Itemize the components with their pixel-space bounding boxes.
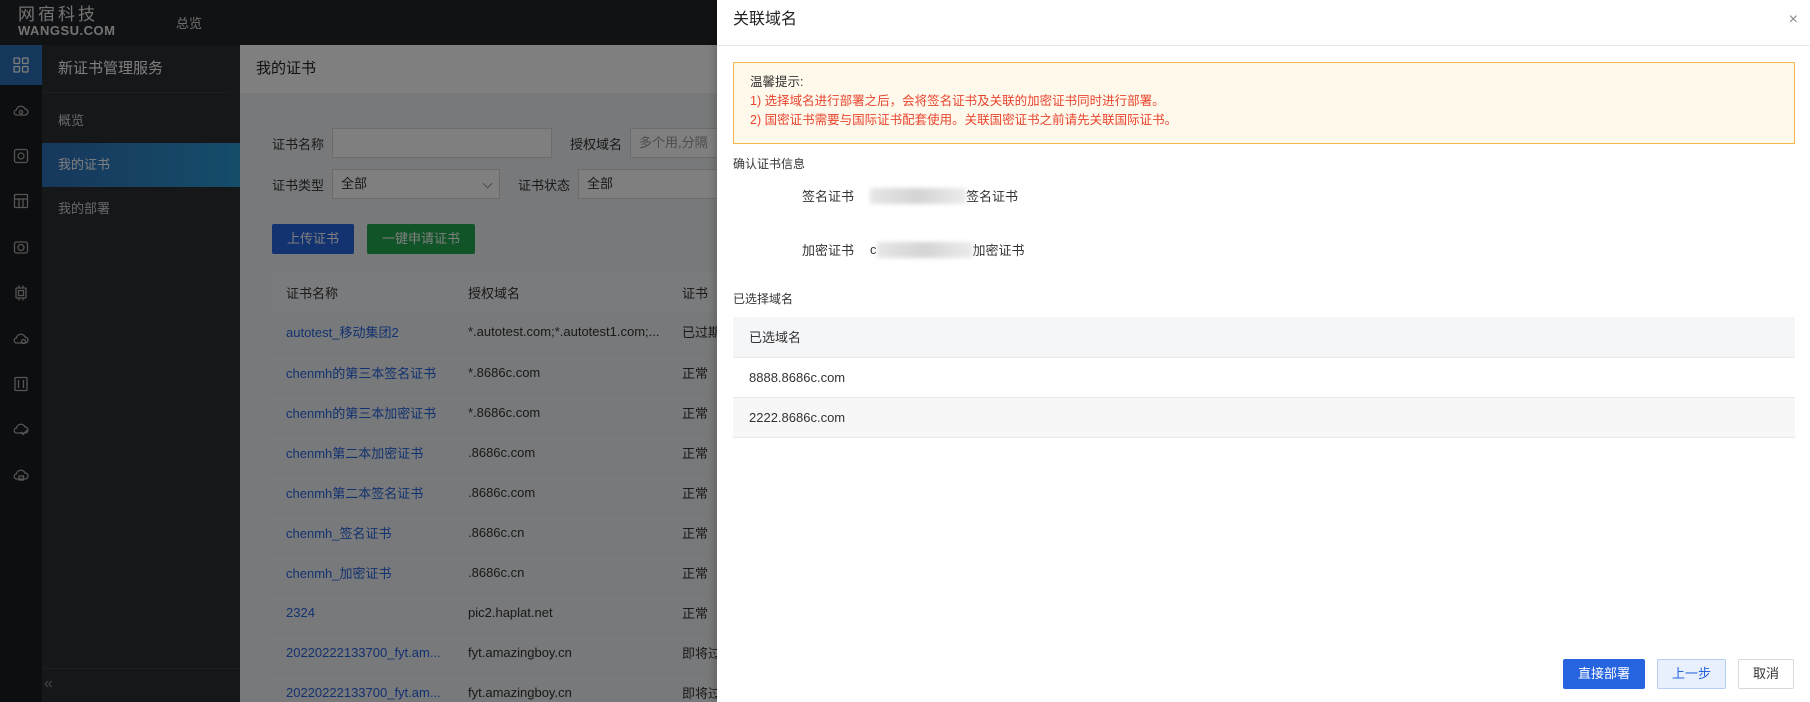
selected-domain-label: 已选择域名 — [733, 292, 794, 306]
sign-cert-label: 签名证书 — [801, 189, 854, 204]
domain-cell: 8888.8686c.com — [733, 357, 1795, 398]
tip-title: 温馨提示: — [750, 75, 804, 89]
table-row: 8888.8686c.com — [733, 357, 1795, 398]
drawer-header: 关联域名 × — [717, 0, 1810, 46]
drawer-title: 关联域名 — [733, 11, 798, 28]
link-domain-drawer: 关联域名 × 温馨提示: 1) 选择域名进行部署之后，会将签名证书及关联的加密证… — [717, 0, 1810, 702]
prev-step-button[interactable]: 上一步 — [1656, 659, 1726, 689]
redacted-text — [870, 187, 966, 204]
enc-cert-row: 加密证书 c 加密证书 — [785, 240, 1025, 259]
selected-domain-table: 已选域名 8888.8686c.com 2222.8686c.com — [733, 317, 1795, 438]
col-selected-domain: 已选域名 — [733, 317, 1795, 358]
redacted-text — [876, 241, 973, 258]
close-icon[interactable]: × — [1789, 0, 1798, 40]
confirm-cert-label: 确认证书信息 — [733, 157, 806, 171]
cancel-button[interactable]: 取消 — [1737, 659, 1794, 689]
warning-tip: 温馨提示: 1) 选择域名进行部署之后，会将签名证书及关联的加密证书同时进行部署… — [733, 62, 1795, 144]
tip-line-1: 1) 选择域名进行部署之后，会将签名证书及关联的加密证书同时进行部署。 — [750, 94, 1165, 108]
drawer-footer: 直接部署 上一步 取消 — [1562, 659, 1794, 689]
table-row: 2222.8686c.com — [733, 397, 1795, 438]
enc-cert-label: 加密证书 — [801, 243, 854, 258]
modal-overlay[interactable] — [0, 0, 717, 702]
deploy-button[interactable]: 直接部署 — [1562, 659, 1645, 689]
enc-cert-value: 加密证书 — [972, 243, 1025, 258]
sign-cert-value: 签名证书 — [966, 189, 1019, 204]
tip-line-2: 2) 国密证书需要与国际证书配套使用。关联国密证书之前请先关联国际证书。 — [750, 113, 1178, 127]
domain-cell: 2222.8686c.com — [733, 397, 1795, 438]
sign-cert-row: 签名证书 签名证书 — [785, 186, 1018, 205]
